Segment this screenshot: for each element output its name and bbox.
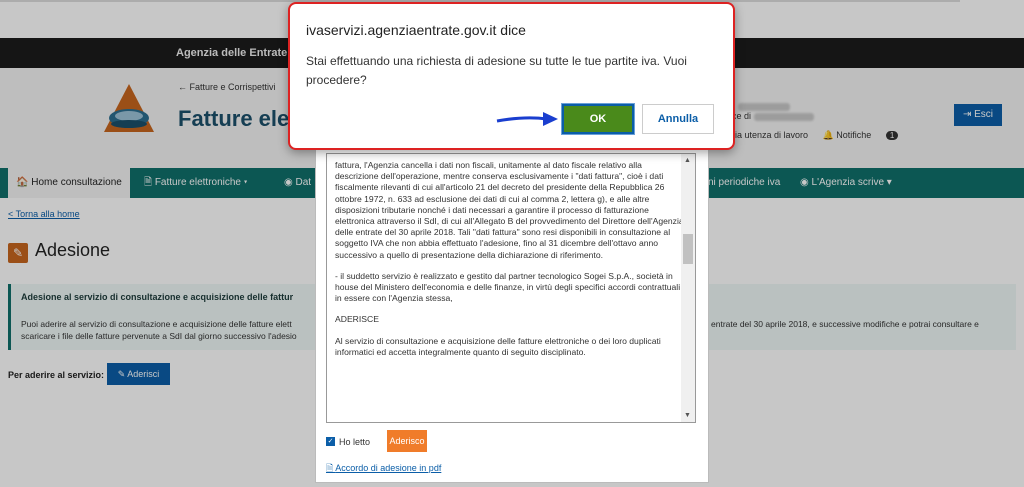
edit-icon: ✎ <box>8 243 28 263</box>
nav-comunicazioni[interactable]: ni periodiche iva <box>700 168 788 198</box>
cancel-button[interactable]: Annulla <box>642 104 714 134</box>
nav-fatture[interactable]: 🗎 Fatture elettroniche ▾ <box>136 168 255 198</box>
dialog-message: Stai effettuando una richiesta di adesio… <box>306 54 687 87</box>
nav-dati[interactable]: ◉ Dat <box>276 168 319 198</box>
notifications-link[interactable]: 🔔 Notifiche 1 <box>823 130 911 140</box>
user-info: o ice di <box>730 101 814 121</box>
portal-title: Fatture elet <box>178 106 297 131</box>
agency-brand[interactable]: Agenzia delle Entrate <box>176 47 287 59</box>
arrow-icon <box>496 112 558 126</box>
page-title: Adesione <box>35 240 111 260</box>
scroll-up-icon[interactable]: ▲ <box>684 157 691 164</box>
scroll-down-icon[interactable]: ▼ <box>684 412 691 419</box>
aderisci-button[interactable]: ✎ Aderisci <box>107 363 170 385</box>
scroll-thumb[interactable] <box>683 234 693 264</box>
pdf-agreement-link[interactable]: 🗎 Accordo di adesione in pdf <box>326 461 441 477</box>
info-heading: Adesione al servizio di consultazione e … <box>21 292 294 302</box>
agreement-text: fattura, l'Agenzia cancella i dati non f… <box>335 160 684 357</box>
agreement-textarea[interactable]: fattura, l'Agenzia cancella i dati non f… <box>326 153 696 423</box>
logout-button[interactable]: ⇥ Esci <box>954 104 1002 126</box>
dialog-origin: ivaservizi.agenziaentrate.gov.it dice <box>306 22 526 38</box>
change-workspace-link[interactable]: bia utenza di lavoro <box>730 130 808 140</box>
info-body: Puoi aderire al servizio di consultazion… <box>21 319 297 341</box>
join-label: Per aderire al servizio: <box>8 370 105 380</box>
breadcrumb[interactable]: ← Fatture e Corrispettivi <box>178 82 276 92</box>
confirm-dialog: ivaservizi.agenziaentrate.gov.it dice St… <box>288 2 735 150</box>
read-checkbox-label: Ho letto <box>339 437 371 447</box>
info-body-right: entrate del 30 aprile 2018, e successive… <box>711 319 979 329</box>
adhesion-modal: fattura, l'Agenzia cancella i dati non f… <box>315 148 709 483</box>
nav-home[interactable]: 🏠 Home consultazione <box>8 168 130 198</box>
scrollbar[interactable]: ▲ ▼ <box>681 154 695 422</box>
agency-logo-icon[interactable] <box>100 82 158 134</box>
back-home-link[interactable]: < Torna alla home <box>8 209 80 219</box>
aderisco-button[interactable]: Aderisco <box>387 430 427 452</box>
notification-badge: 1 <box>885 131 899 140</box>
header-links: bia utenza di lavoro 🔔 Notifiche 1 <box>730 130 922 141</box>
ok-button[interactable]: OK <box>561 103 635 135</box>
read-checkbox[interactable]: ✓ <box>326 437 335 446</box>
nav-agenzia-scrive[interactable]: ◉ L'Agenzia scrive ▾ <box>792 168 900 198</box>
